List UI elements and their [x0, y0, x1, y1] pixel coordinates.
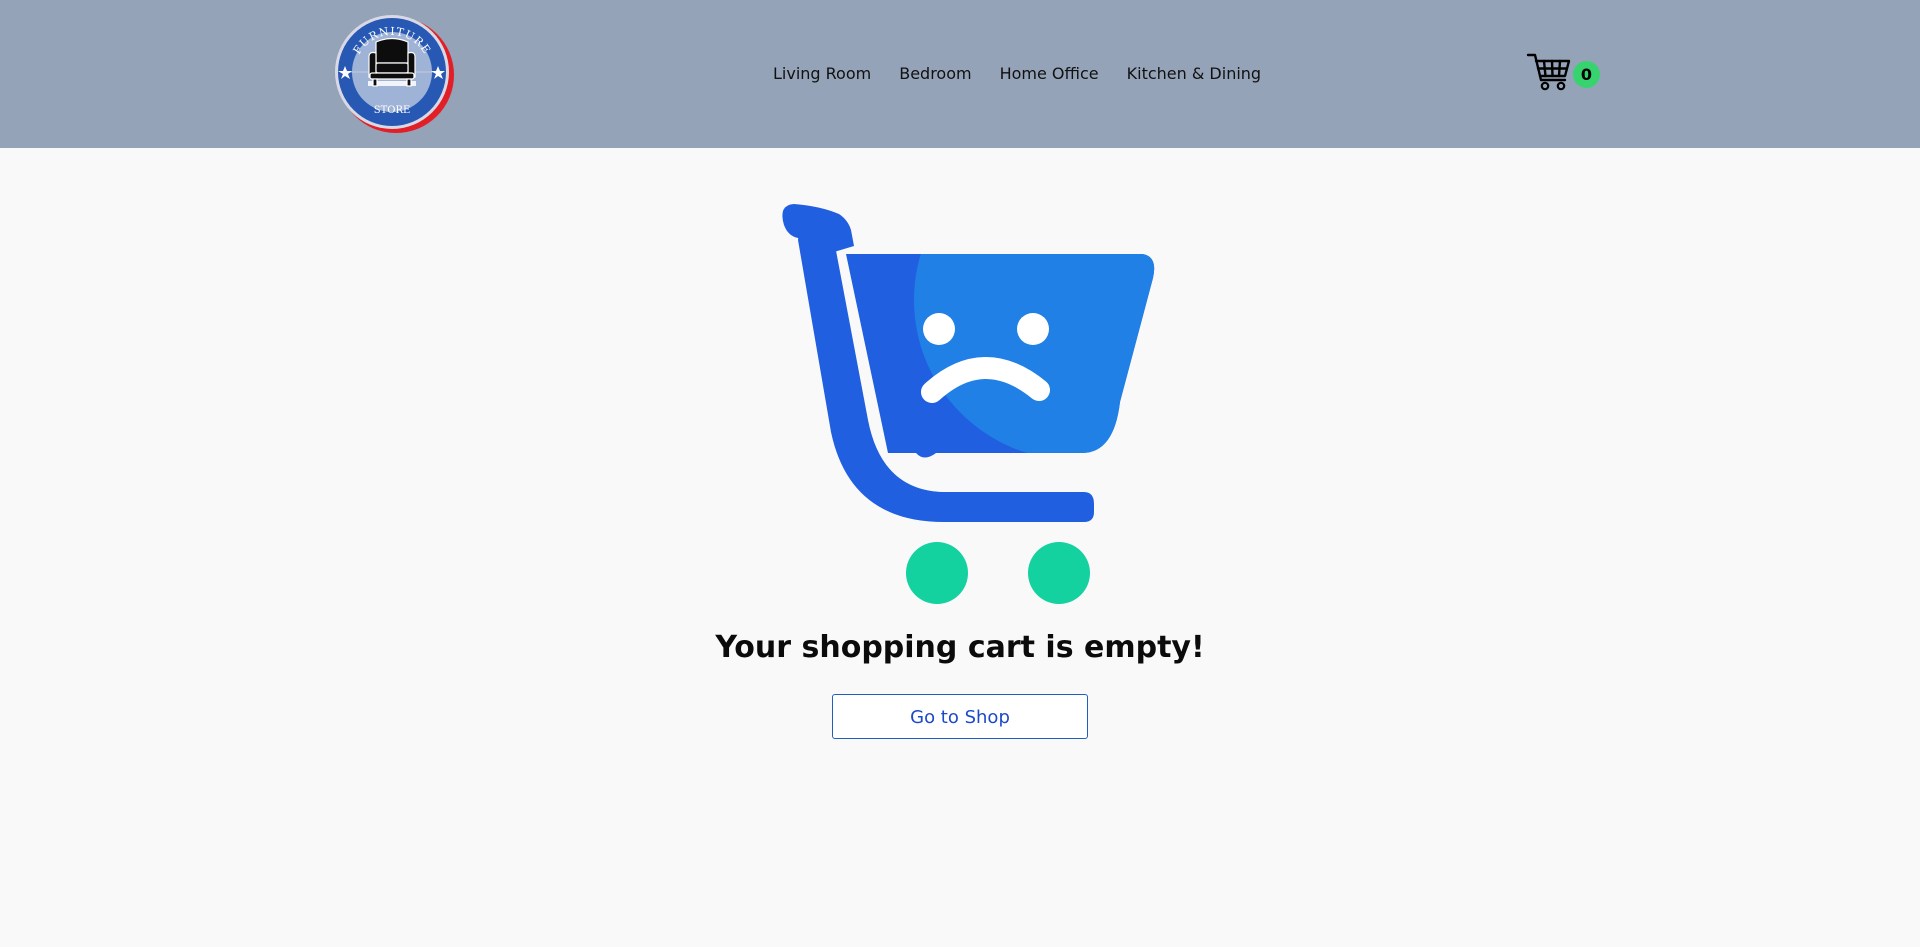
site-header: FURNITURE STORE Living Room Bedroom Home… [0, 0, 1920, 148]
nav-home-office[interactable]: Home Office [1000, 62, 1099, 86]
nav-bedroom[interactable]: Bedroom [899, 62, 971, 86]
logo-text-bottom: STORE [374, 105, 411, 116]
main-nav: Living Room Bedroom Home Office Kitchen … [773, 62, 1261, 86]
go-to-shop-button[interactable]: Go to Shop [832, 694, 1088, 739]
cart-button[interactable]: 0 [1526, 52, 1602, 96]
shopping-cart-icon [1526, 53, 1571, 91]
furniture-store-logo-icon: FURNITURE STORE [335, 15, 454, 133]
nav-kitchen-dining[interactable]: Kitchen & Dining [1127, 62, 1261, 86]
cart-count-badge: 0 [1573, 61, 1600, 88]
empty-cart-title: Your shopping cart is empty! [715, 630, 1205, 665]
nav-living-room[interactable]: Living Room [773, 62, 871, 86]
sad-shopping-cart-icon [782, 204, 1155, 604]
store-logo[interactable]: FURNITURE STORE [333, 13, 455, 135]
